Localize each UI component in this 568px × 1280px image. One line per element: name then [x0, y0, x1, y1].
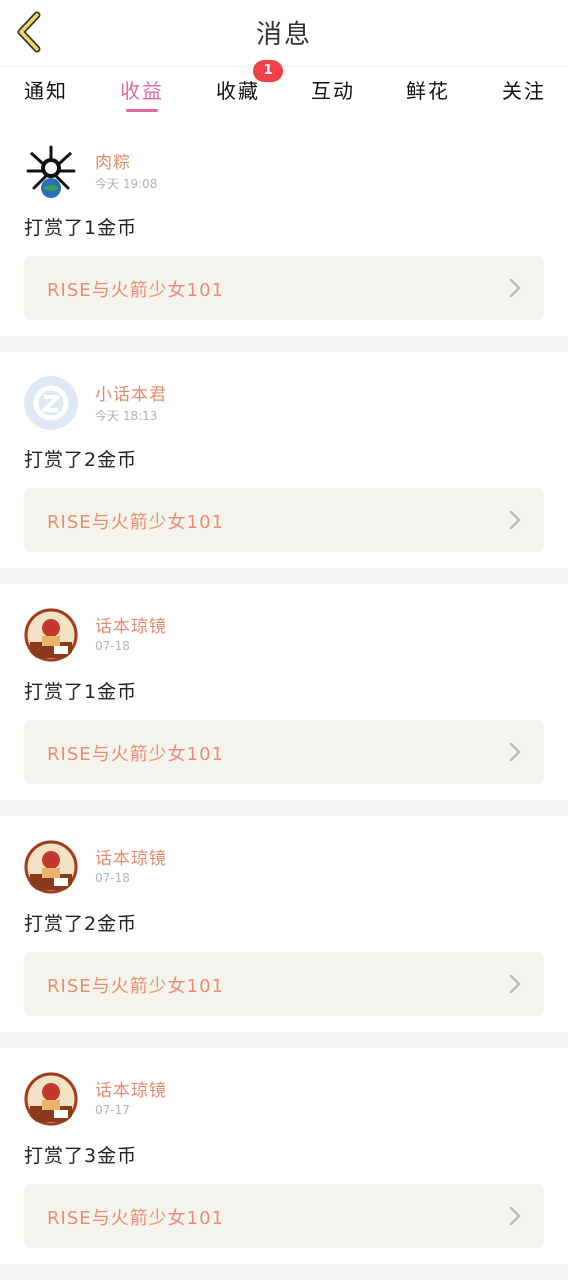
tab-notifications[interactable]: 通知: [24, 75, 68, 115]
list-item: 话本琼镜 07-18 打赏了1金币 RISE与火箭少女101: [0, 584, 568, 800]
username[interactable]: 话本琼镜: [95, 1076, 167, 1101]
divider: [0, 568, 568, 584]
user-avatar-image: [24, 1072, 78, 1126]
divider: [0, 800, 568, 816]
avatar[interactable]: [24, 1072, 78, 1126]
timestamp: 07-18: [95, 871, 130, 885]
reward-message: 打赏了1金币: [24, 217, 138, 239]
work-title: RISE与火箭少女101: [47, 280, 224, 301]
reward-message: 打赏了1金币: [24, 681, 138, 703]
timestamp: 07-18: [95, 639, 130, 653]
work-title: RISE与火箭少女101: [47, 512, 224, 533]
chevron-right-icon: [509, 278, 521, 298]
work-link-card[interactable]: RISE与火箭少女101: [24, 1184, 544, 1248]
reward-message: 打赏了2金币: [24, 913, 138, 935]
timestamp: 07-17: [95, 1103, 130, 1117]
username[interactable]: 话本琼镜: [95, 844, 167, 869]
timestamp: 今天 19:08: [95, 177, 158, 191]
divider: [0, 1264, 568, 1280]
tab-bar: 通知 收益 收藏 互动 鲜花 关注: [0, 66, 568, 120]
work-title: RISE与火箭少女101: [47, 976, 224, 997]
divider: [0, 1032, 568, 1048]
work-link-card[interactable]: RISE与火箭少女101: [24, 952, 544, 1016]
active-tab-indicator: [126, 109, 158, 112]
avatar[interactable]: [24, 608, 78, 662]
work-link-card[interactable]: RISE与火箭少女101: [24, 488, 544, 552]
default-avatar-icon: [24, 376, 78, 430]
tab-follows[interactable]: 关注: [502, 75, 546, 115]
tab-flowers[interactable]: 鲜花: [406, 75, 450, 115]
reward-message: 打赏了3金币: [24, 1145, 138, 1167]
user-avatar-image: [24, 144, 78, 198]
avatar[interactable]: [24, 376, 78, 430]
list-item: 小话本君 今天 18:13 打赏了2金币 RISE与火箭少女101: [0, 352, 568, 568]
username[interactable]: 话本琼镜: [95, 612, 167, 637]
divider: [0, 336, 568, 352]
user-avatar-image: [24, 840, 78, 894]
chevron-right-icon: [509, 974, 521, 994]
top-bar: 消息: [0, 0, 568, 66]
work-link-card[interactable]: RISE与火箭少女101: [24, 256, 544, 320]
chevron-right-icon: [509, 510, 521, 530]
timestamp: 今天 18:13: [95, 409, 158, 423]
work-title: RISE与火箭少女101: [47, 744, 224, 765]
favorites-count-badge: 1: [253, 60, 283, 82]
work-link-card[interactable]: RISE与火箭少女101: [24, 720, 544, 784]
list-item: 话本琼镜 07-17 打赏了3金币 RISE与火箭少女101: [0, 1048, 568, 1264]
work-title: RISE与火箭少女101: [47, 1208, 224, 1229]
page-title: 消息: [255, 20, 312, 50]
tab-interactions[interactable]: 互动: [311, 75, 355, 115]
chevron-right-icon: [509, 742, 521, 762]
avatar[interactable]: [24, 840, 78, 894]
username[interactable]: 肉粽: [95, 148, 131, 173]
avatar[interactable]: [24, 144, 78, 198]
chevron-right-icon: [509, 1206, 521, 1226]
tab-favorites[interactable]: 收藏: [216, 75, 260, 115]
username[interactable]: 小话本君: [95, 380, 167, 405]
user-avatar-image: [24, 608, 78, 662]
list-item: 肉粽 今天 19:08 打赏了1金币 RISE与火箭少女101: [0, 120, 568, 336]
reward-message: 打赏了2金币: [24, 449, 138, 471]
list-item: 话本琼镜 07-18 打赏了2金币 RISE与火箭少女101: [0, 816, 568, 1032]
